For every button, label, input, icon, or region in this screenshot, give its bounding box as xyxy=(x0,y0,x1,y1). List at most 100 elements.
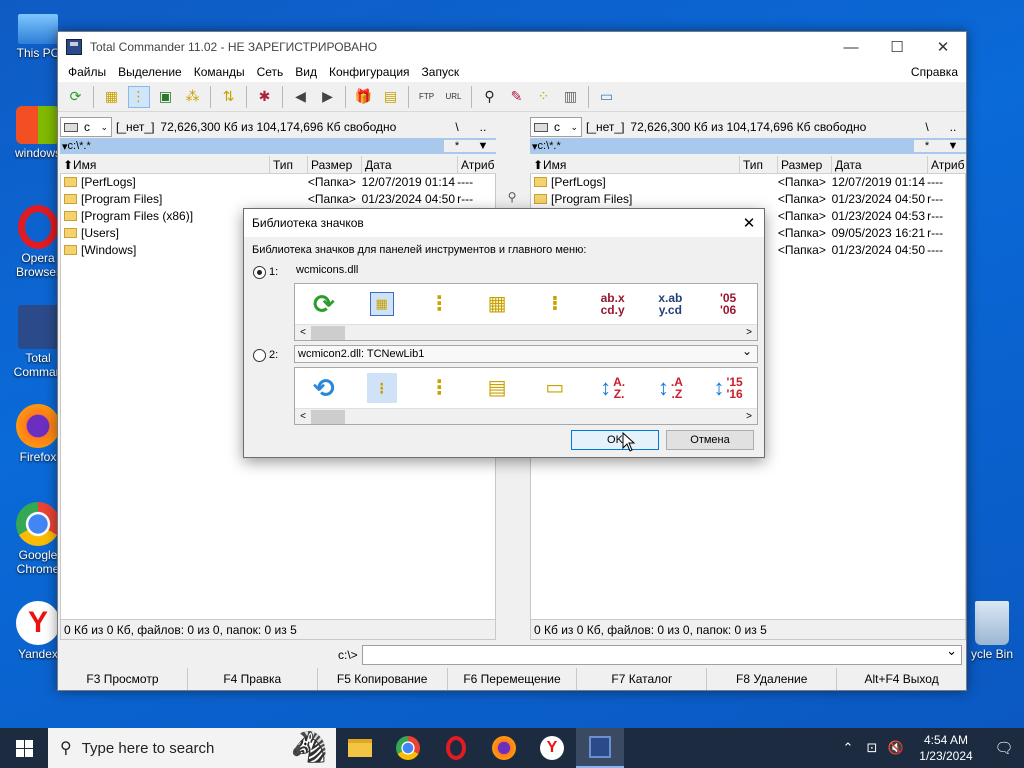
option1-radio[interactable] xyxy=(253,266,266,279)
taskbar-search-box[interactable]: ⚲ Type here to search 🦓 xyxy=(48,728,336,768)
f4-edit-button[interactable]: F4 Правка xyxy=(188,668,318,690)
taskbar-total-commander[interactable] xyxy=(576,728,624,768)
header-ext[interactable]: Тип xyxy=(270,156,308,173)
network-icon[interactable]: ⊡ xyxy=(860,740,884,756)
header-attr[interactable]: Атриб xyxy=(928,156,966,173)
option1-icon-strip[interactable]: ⟳ ▦ ⋮ ▦ ⁝ ab.x cd.y x.ab y.cd '05 '06 < … xyxy=(294,283,758,341)
option2-scrollbar[interactable]: < > xyxy=(295,408,757,424)
left-history-button[interactable]: ▼ xyxy=(470,140,496,152)
option2-radio[interactable] xyxy=(253,349,266,362)
forward-icon[interactable]: ▶ xyxy=(317,86,339,108)
ok-button[interactable]: OK xyxy=(571,430,659,450)
pack-icon[interactable]: 🎁 xyxy=(353,86,375,108)
header-date[interactable]: Дата xyxy=(832,156,928,173)
f8-delete-button[interactable]: F8 Удаление xyxy=(707,668,838,690)
header-ext[interactable]: Тип xyxy=(740,156,778,173)
scroll-thumb[interactable] xyxy=(311,409,345,424)
taskbar-file-explorer[interactable] xyxy=(336,728,384,768)
desktop-icon-recycle-bin[interactable]: ycle Bin xyxy=(960,601,1024,661)
find-icon[interactable]: ⚲ xyxy=(479,86,501,108)
menu-commands[interactable]: Команды xyxy=(188,65,251,79)
right-path-bar[interactable]: ▾ c:\*.* * ▼ xyxy=(530,138,966,154)
f5-copy-button[interactable]: F5 Копирование xyxy=(318,668,448,690)
tree-view-icon[interactable]: ⋮ xyxy=(127,85,150,108)
minimize-button[interactable]: — xyxy=(828,32,874,62)
menu-view[interactable]: Вид xyxy=(289,65,323,79)
header-name[interactable]: ⬆Имя xyxy=(530,156,740,173)
dialog-close-icon[interactable]: ✕ xyxy=(734,214,764,232)
menu-help[interactable]: Справка xyxy=(905,65,964,79)
menu-configuration[interactable]: Конфигурация xyxy=(323,65,416,79)
compare-icon[interactable]: ⁂ xyxy=(182,86,204,108)
header-name[interactable]: ⬆Имя xyxy=(60,156,270,173)
command-input[interactable] xyxy=(362,643,962,665)
file-row[interactable]: [PerfLogs] <Папка> 12/07/2019 01:14 ---- xyxy=(61,174,495,191)
recycle-bin-icon xyxy=(975,601,1009,645)
left-favorites-button[interactable]: * xyxy=(444,140,470,152)
option2-icon-strip[interactable]: ⟲ ⋮ ⋮ ▤ ▭ ↕ A. Z. ↕ .A .Z ↕ '15 '16 < > xyxy=(294,367,758,425)
right-history-button[interactable]: ▼ xyxy=(940,140,966,152)
cancel-button[interactable]: Отмена xyxy=(666,430,754,450)
file-row[interactable]: [Program Files] <Папка> 01/23/2024 04:50… xyxy=(531,191,965,208)
brief-view-icon[interactable]: ▦ xyxy=(101,86,123,108)
toolbar-separator xyxy=(93,85,94,108)
right-favorites-button[interactable]: * xyxy=(914,140,940,152)
sync-icon[interactable]: ⇅ xyxy=(218,86,240,108)
chevron-up-icon[interactable]: ⌃ xyxy=(836,740,860,756)
file-row[interactable]: [PerfLogs] <Папка> 12/07/2019 01:14 ---- xyxy=(531,174,965,191)
left-drive-select[interactable]: c ⌄ xyxy=(60,117,112,137)
f3-view-button[interactable]: F3 Просмотр xyxy=(58,668,188,690)
close-button[interactable]: ✕ xyxy=(920,32,966,62)
scroll-right-icon[interactable]: > xyxy=(741,327,757,338)
option2-library-select[interactable]: wcmicon2.dll: TCNewLib1 xyxy=(294,343,758,363)
thumbnails-icon: ▦ xyxy=(487,293,507,315)
left-root-button[interactable]: \ xyxy=(444,120,470,134)
file-row[interactable]: [Program Files] <Папка> 01/23/2024 04:50… xyxy=(61,191,495,208)
clock[interactable]: 4:54 AM 1/23/2024 xyxy=(908,732,984,764)
folder-icon xyxy=(64,228,77,238)
right-root-button[interactable]: \ xyxy=(914,120,940,134)
thumbnails-icon[interactable]: ▣ xyxy=(155,86,177,108)
rename-icon[interactable]: ✎ xyxy=(506,86,528,108)
right-up-button[interactable]: .. xyxy=(940,120,966,134)
volume-muted-icon[interactable]: 🔇 xyxy=(884,740,908,756)
alt-f4-exit-button[interactable]: Alt+F4 Выход xyxy=(837,668,966,690)
left-up-button[interactable]: .. xyxy=(470,120,496,134)
option1-scrollbar[interactable]: < > xyxy=(295,324,757,340)
header-size[interactable]: Размер xyxy=(308,156,362,173)
taskbar-firefox[interactable] xyxy=(480,728,528,768)
multi-rename-icon[interactable]: ⁘ xyxy=(533,86,555,108)
taskbar-yandex[interactable]: Y xyxy=(528,728,576,768)
maximize-button[interactable]: ☐ xyxy=(874,32,920,62)
folder-icon xyxy=(64,245,77,255)
menu-files[interactable]: Файлы xyxy=(62,65,112,79)
compare-dirs-icon[interactable]: ⚲ xyxy=(502,187,522,207)
f6-move-button[interactable]: F6 Перемещение xyxy=(448,668,578,690)
left-path-bar[interactable]: ▾ c:\*.* * ▼ xyxy=(60,138,496,154)
start-button[interactable] xyxy=(0,728,48,768)
notepad-icon[interactable]: ▥ xyxy=(560,86,582,108)
unpack-all-icon[interactable]: ▤ xyxy=(380,86,402,108)
menu-start[interactable]: Запуск xyxy=(416,65,466,79)
url-icon[interactable]: URL xyxy=(443,86,465,108)
scroll-left-icon[interactable]: < xyxy=(295,327,311,338)
right-drive-select[interactable]: c ⌄ xyxy=(530,117,582,137)
dialog-label: Библиотека значков для панелей инструмен… xyxy=(252,244,587,256)
unpack-icon[interactable]: ✱ xyxy=(254,86,276,108)
ftp-icon[interactable]: FTP xyxy=(416,86,438,108)
header-date[interactable]: Дата xyxy=(362,156,458,173)
header-attr[interactable]: Атриб xyxy=(458,156,496,173)
menu-network[interactable]: Сеть xyxy=(251,65,290,79)
refresh-icon[interactable]: ⟳ xyxy=(65,86,87,108)
header-size[interactable]: Размер xyxy=(778,156,832,173)
notification-icon[interactable]: 🗨 xyxy=(984,739,1024,757)
scroll-right-icon[interactable]: > xyxy=(741,411,757,422)
f7-mkdir-button[interactable]: F7 Каталог xyxy=(577,668,708,690)
terminal-icon[interactable]: ▭ xyxy=(596,86,618,108)
menu-selection[interactable]: Выделение xyxy=(112,65,188,79)
taskbar-chrome[interactable] xyxy=(384,728,432,768)
back-icon[interactable]: ◀ xyxy=(290,86,312,108)
taskbar-opera[interactable] xyxy=(432,728,480,768)
scroll-thumb[interactable] xyxy=(311,325,345,340)
scroll-left-icon[interactable]: < xyxy=(295,411,311,422)
